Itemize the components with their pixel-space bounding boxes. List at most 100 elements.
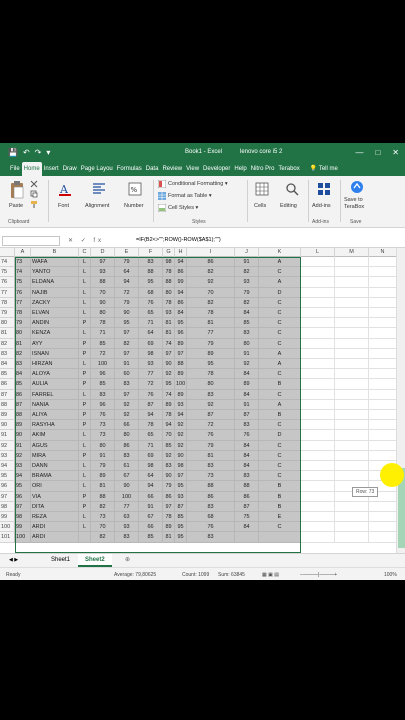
cell-d[interactable]: 72 (91, 348, 115, 359)
cell-k[interactable]: B (259, 379, 301, 390)
cell-a[interactable]: 86 (15, 389, 31, 400)
cell-j[interactable]: 87 (235, 501, 259, 512)
cell-e[interactable]: 64 (115, 267, 139, 278)
cell-i[interactable]: 83 (187, 501, 235, 512)
cell-g[interactable]: 86 (163, 491, 175, 502)
cell-e[interactable]: 61 (115, 461, 139, 472)
empty-cell[interactable] (301, 450, 335, 461)
cell-k[interactable]: C (259, 522, 301, 533)
row-header[interactable]: 76 (0, 277, 15, 288)
empty-cell[interactable] (335, 359, 369, 370)
cell-f[interactable]: 76 (139, 297, 163, 308)
cell-e[interactable]: 60 (115, 369, 139, 380)
cell-j[interactable]: 85 (235, 318, 259, 329)
empty-cell[interactable] (335, 420, 369, 431)
cell-h[interactable]: 92 (175, 420, 187, 431)
cell-d[interactable]: 85 (91, 379, 115, 390)
save-terabox-label-2[interactable]: TeraBox (344, 204, 364, 210)
cell-a[interactable]: 79 (15, 318, 31, 329)
cell-e[interactable]: 67 (115, 471, 139, 482)
row-header[interactable]: 74 (0, 257, 15, 268)
cell-a[interactable]: 74 (15, 267, 31, 278)
row-header[interactable]: 94 (0, 461, 15, 472)
cell-f[interactable]: 94 (139, 410, 163, 421)
cell-d[interactable]: 97 (91, 257, 115, 268)
row-header[interactable]: 81 (0, 328, 15, 339)
cell-d[interactable]: 78 (91, 318, 115, 329)
cell-h[interactable]: 95 (175, 522, 187, 533)
cell-b[interactable]: ZACKY (31, 297, 79, 308)
empty-cell[interactable] (369, 308, 397, 319)
tab-nitro-pro[interactable]: Nitro Pro (249, 162, 277, 176)
cell-k[interactable]: E (259, 512, 301, 523)
cell-k[interactable]: C (259, 328, 301, 339)
cell-e[interactable]: 91 (115, 359, 139, 370)
cell-k[interactable]: B (259, 491, 301, 502)
save-icon[interactable]: 💾 (8, 143, 18, 162)
empty-cell[interactable] (301, 440, 335, 451)
empty-cell[interactable] (369, 338, 397, 349)
empty-cell[interactable] (369, 410, 397, 421)
cell-e[interactable]: 72 (115, 287, 139, 298)
add-ins-label[interactable]: Add-ins (312, 203, 331, 209)
cell-a[interactable]: 90 (15, 430, 31, 441)
empty-cell[interactable] (335, 399, 369, 410)
cell-j[interactable]: 82 (235, 267, 259, 278)
cell-h[interactable]: 100 (175, 379, 187, 390)
cell-b[interactable]: ELDANA (31, 277, 79, 288)
cell-a[interactable]: 83 (15, 359, 31, 370)
cell-e[interactable]: 79 (115, 257, 139, 268)
empty-cell[interactable] (301, 297, 335, 308)
column-header-d[interactable]: D (91, 248, 115, 257)
cell-h[interactable]: 95 (175, 318, 187, 329)
cell-k[interactable]: A (259, 257, 301, 268)
cell-d[interactable]: 80 (91, 440, 115, 451)
cell-g[interactable]: 78 (163, 512, 175, 523)
empty-cell[interactable] (301, 287, 335, 298)
cell-d[interactable]: 90 (91, 297, 115, 308)
cell-i[interactable]: 72 (187, 420, 235, 431)
cell-d[interactable]: 76 (91, 410, 115, 421)
cell-i[interactable]: 86 (187, 257, 235, 268)
cell-g[interactable]: 89 (163, 399, 175, 410)
empty-cell[interactable] (335, 430, 369, 441)
row-header[interactable]: 77 (0, 287, 15, 298)
cell-c[interactable]: P (79, 399, 91, 410)
cell-d[interactable]: 70 (91, 287, 115, 298)
cell-styles-button[interactable]: Cell Styles ▾ (168, 205, 198, 211)
cell-b[interactable]: RASYHA (31, 420, 79, 431)
cell-f[interactable]: 64 (139, 328, 163, 339)
column-header-m[interactable]: M (335, 248, 369, 257)
cell-g[interactable]: 70 (163, 430, 175, 441)
cell-a[interactable]: 81 (15, 338, 31, 349)
cell-b[interactable]: WAFA (31, 257, 79, 268)
cell-f[interactable]: 98 (139, 461, 163, 472)
cell-j[interactable]: 75 (235, 512, 259, 523)
cell-h[interactable]: 94 (175, 257, 187, 268)
cell-j[interactable]: 86 (235, 491, 259, 502)
cell-h[interactable]: 95 (175, 532, 187, 543)
cell-b[interactable]: ELVAN (31, 308, 79, 319)
cell-f[interactable]: 65 (139, 308, 163, 319)
cell-a[interactable]: 94 (15, 471, 31, 482)
cell-i[interactable]: 73 (187, 471, 235, 482)
cell-g[interactable]: 79 (163, 481, 175, 492)
cell-h[interactable]: 86 (175, 267, 187, 278)
cell-b[interactable]: AULIA (31, 379, 79, 390)
tab-terabox[interactable]: Terabox (276, 162, 301, 176)
row-header[interactable]: 75 (0, 267, 15, 278)
empty-cell[interactable] (301, 532, 335, 543)
tab-insert[interactable]: Insert (42, 162, 61, 176)
cell-c[interactable]: L (79, 481, 91, 492)
row-header[interactable]: 92 (0, 440, 15, 451)
terabox-icon[interactable] (350, 180, 364, 194)
cell-c[interactable]: P (79, 420, 91, 431)
cell-a[interactable]: 100 (15, 532, 31, 543)
cell-i[interactable]: 86 (187, 491, 235, 502)
empty-cell[interactable] (335, 318, 369, 329)
empty-cell[interactable] (335, 287, 369, 298)
cell-i[interactable]: 88 (187, 481, 235, 492)
cell-i[interactable]: 92 (187, 399, 235, 410)
cell-a[interactable]: 85 (15, 379, 31, 390)
cell-g[interactable]: 92 (163, 450, 175, 461)
